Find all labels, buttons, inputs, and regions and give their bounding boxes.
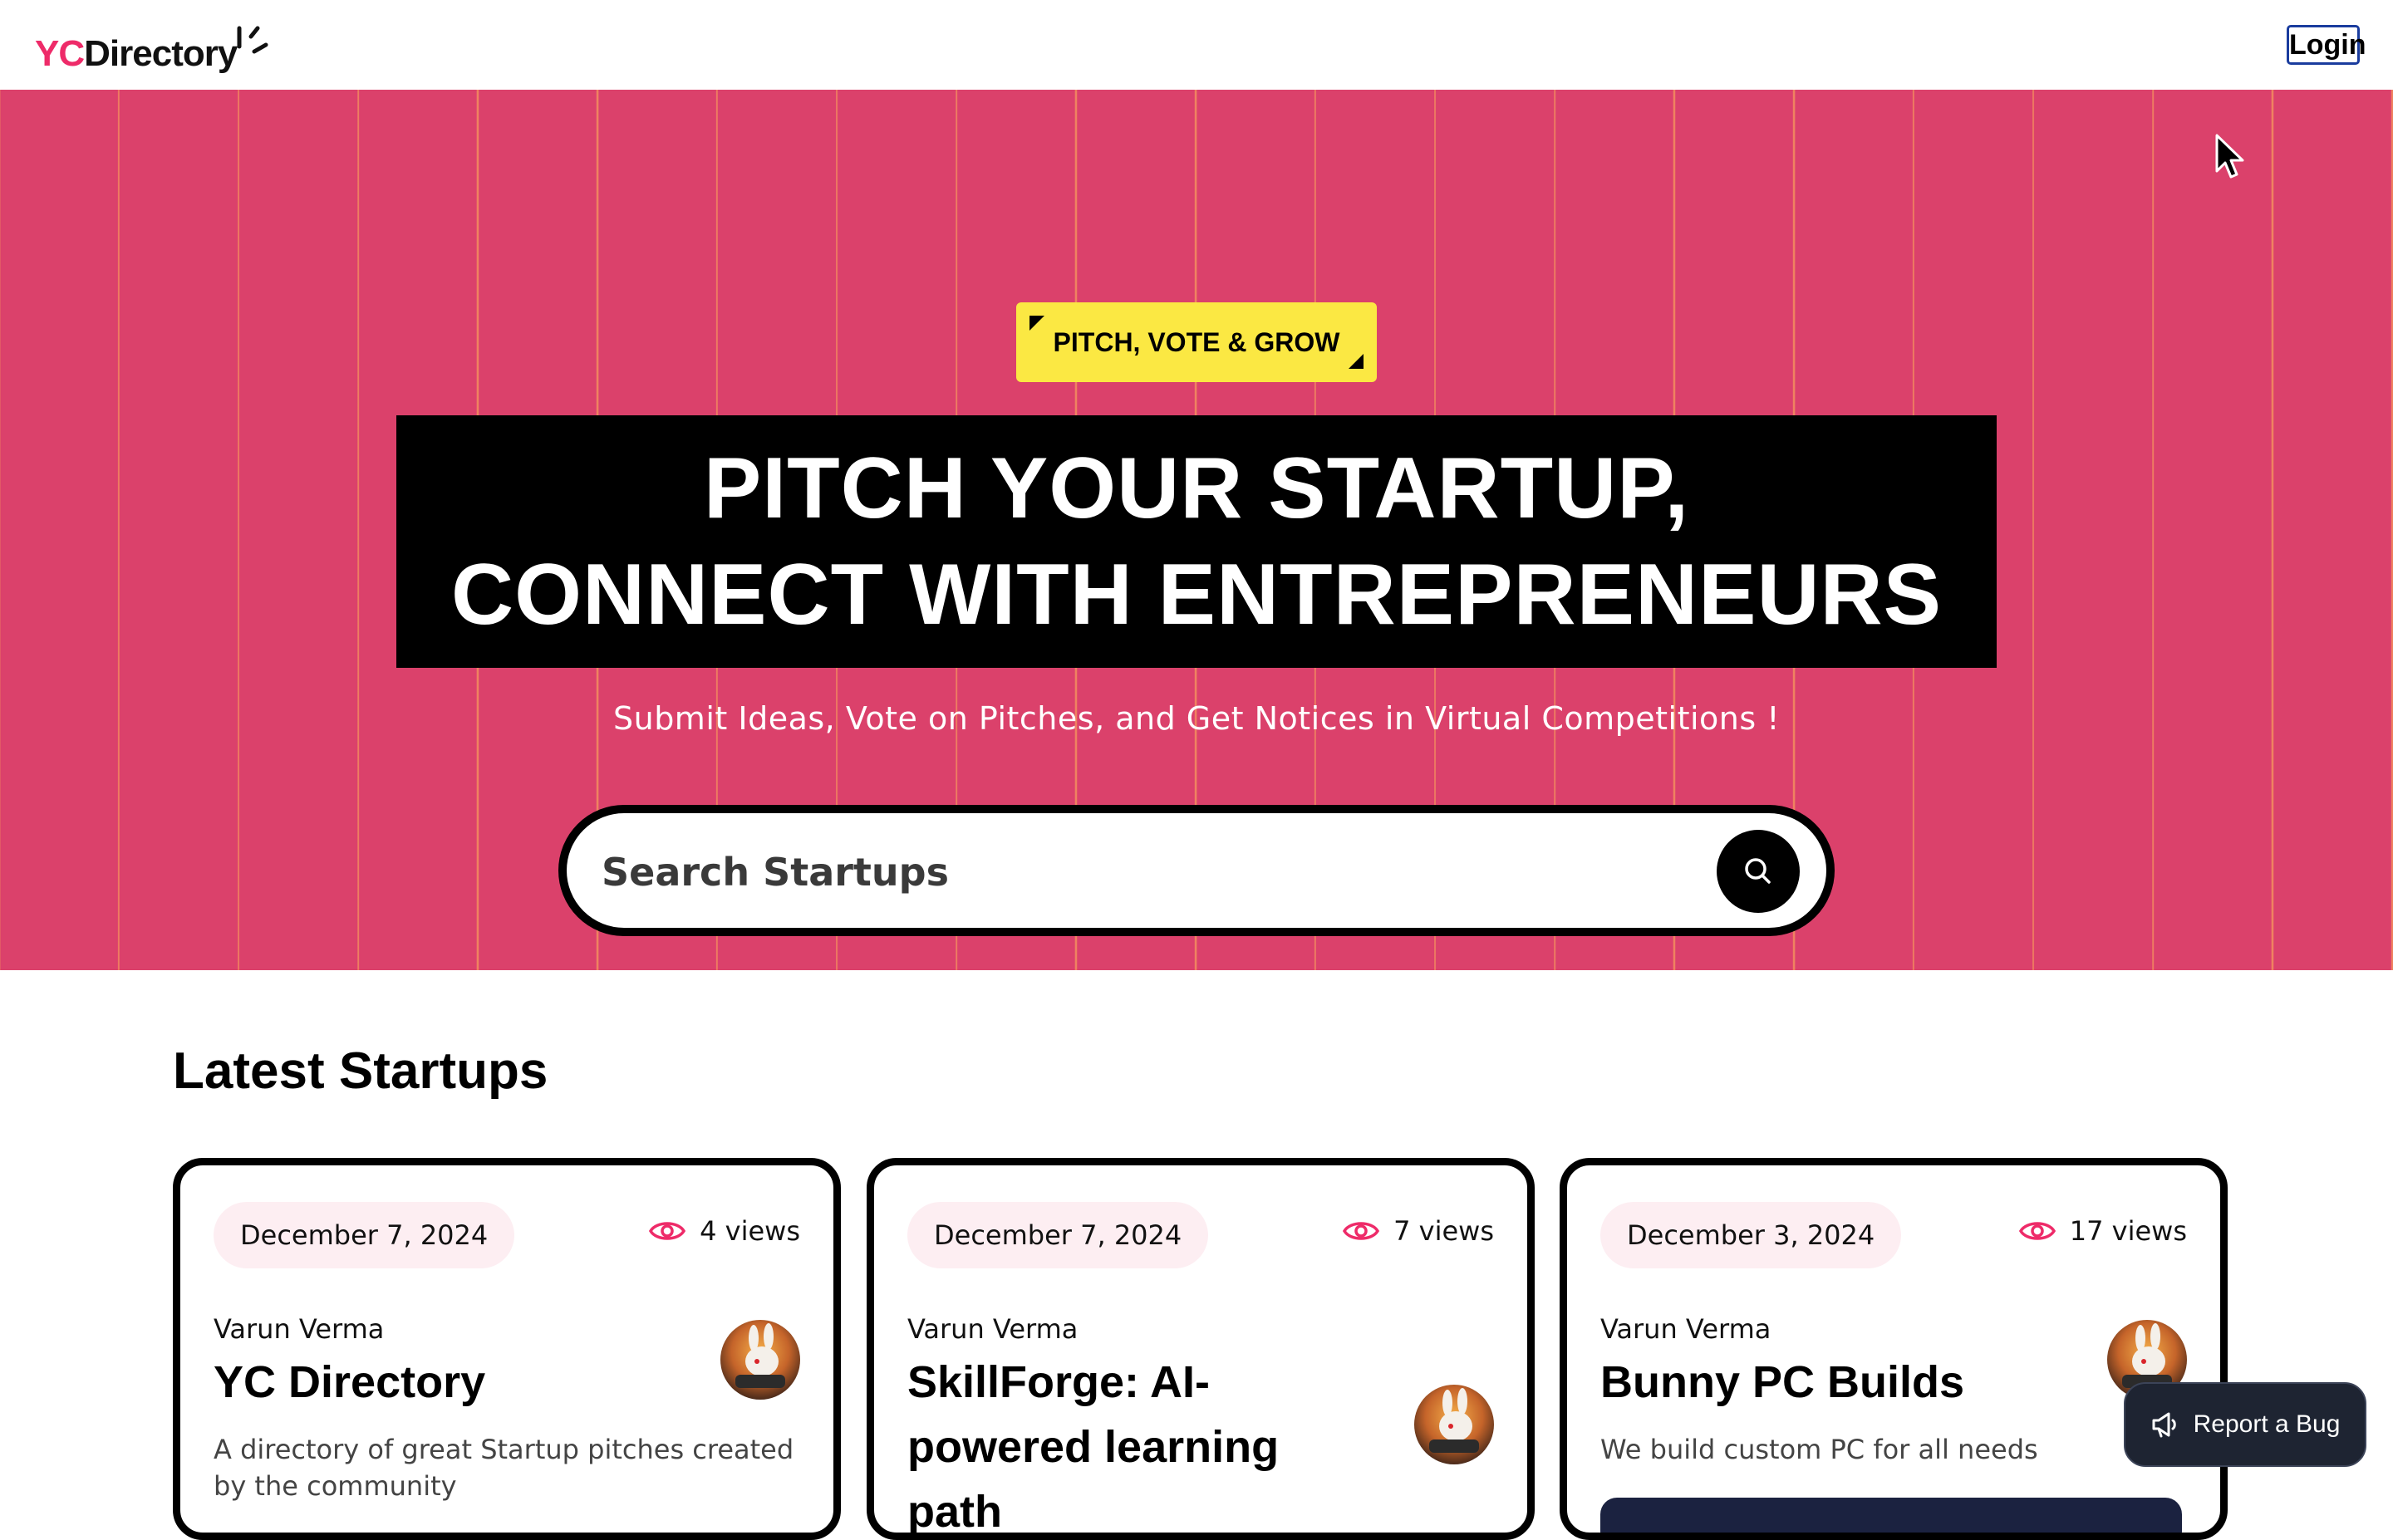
hero-tag: PITCH, VOTE & GROW [1016, 302, 1377, 382]
author-avatar[interactable] [1414, 1385, 1494, 1464]
startup-thumbnail[interactable] [1600, 1498, 2182, 1533]
startup-author[interactable]: Varun Verma [907, 1313, 1078, 1345]
avatar-image [1414, 1385, 1494, 1464]
startup-date: December 7, 2024 [214, 1202, 515, 1268]
startup-views: 4 views [648, 1215, 800, 1247]
hero-heading-line-2: CONNECT WITH ENTREPRENEURS [450, 547, 1943, 643]
hero-subheading: Submit Ideas, Vote on Pitches, and Get N… [612, 700, 1781, 737]
startup-description: We build custom PC for all needs [1600, 1434, 2038, 1465]
startup-author[interactable]: Varun Verma [214, 1313, 384, 1345]
login-button[interactable]: Login [2287, 25, 2366, 65]
report-bug-button[interactable]: Report a Bug [2124, 1382, 2366, 1467]
author-avatar[interactable] [720, 1320, 800, 1400]
hero-heading-line-1: PITCH YOUR STARTUP, [703, 440, 1690, 537]
startup-views-count: 17 views [2069, 1215, 2187, 1247]
startup-description: A directory of great Startup pitches cre… [214, 1434, 794, 1502]
startup-author[interactable]: Varun Verma [1600, 1313, 1771, 1345]
eye-icon [649, 1222, 686, 1240]
search-button[interactable] [1717, 830, 1800, 913]
startup-views: 7 views [1342, 1215, 1494, 1247]
logo-directory-text: Directory [84, 33, 238, 74]
hero-heading: PITCH YOUR STARTUP, CONNECT WITH ENTREPR… [396, 415, 1997, 668]
search-form [558, 805, 1835, 936]
startup-title[interactable]: YC Directory [214, 1350, 679, 1415]
search-icon [1745, 858, 1771, 884]
startup-title[interactable]: Bunny PC Builds [1600, 1350, 2066, 1415]
startup-card[interactable]: December 3, 2024 17 views Varun Verma Bu… [1560, 1158, 2228, 1540]
search-input[interactable] [600, 836, 1600, 908]
logo[interactable]: YC Directory [35, 25, 238, 75]
startup-card[interactable]: December 7, 2024 7 views Varun Verma Ski… [867, 1158, 1535, 1540]
logo-sparks-icon [237, 26, 268, 54]
startup-date: December 7, 2024 [907, 1202, 1209, 1268]
startup-card[interactable]: December 7, 2024 4 views Varun Verma YC … [173, 1158, 841, 1540]
startup-views-count: 4 views [700, 1215, 800, 1247]
tag-corner-icon [1029, 316, 1044, 331]
megaphone-icon [2152, 1412, 2176, 1438]
startup-views-count: 7 views [1393, 1215, 1494, 1247]
startup-title[interactable]: SkillForge: AI-powered learning path [907, 1350, 1290, 1533]
startup-date: December 3, 2024 [1600, 1202, 1902, 1268]
navbar: YC Directory Login [0, 0, 2393, 90]
mouse-pointer-icon [2215, 134, 2244, 179]
latest-startups-title: Latest Startups [173, 1042, 548, 1100]
startup-views: 17 views [2018, 1215, 2187, 1247]
report-bug-label: Report a Bug [2193, 1410, 2341, 1438]
hero-tag-text: PITCH, VOTE & GROW [1053, 326, 1340, 357]
eye-icon [1343, 1222, 1380, 1240]
avatar-image [720, 1320, 800, 1400]
eye-icon [2018, 1222, 2056, 1240]
tag-corner-icon [1349, 354, 1364, 369]
hero-section: PITCH, VOTE & GROW PITCH YOUR STARTUP, C… [0, 90, 2393, 970]
logo-yc-text: YC [35, 33, 85, 74]
